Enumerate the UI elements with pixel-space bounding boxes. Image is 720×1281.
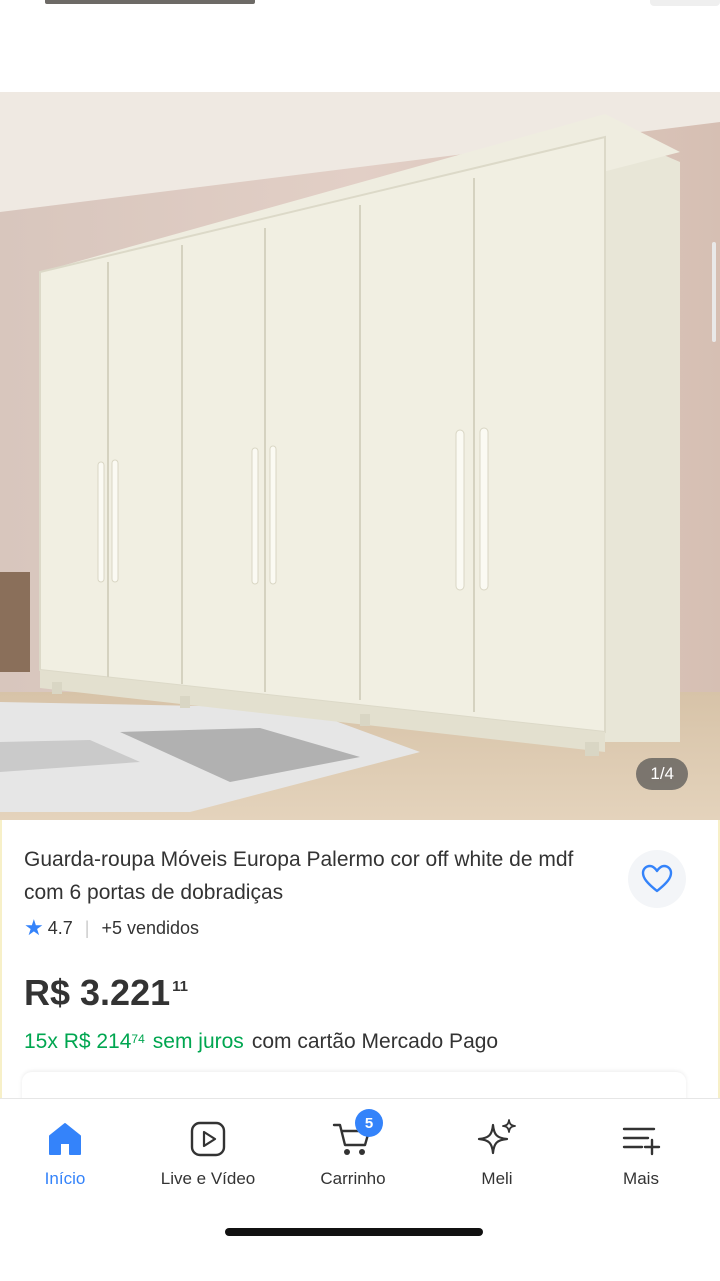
installments: 15x R$ 214 74 sem juros com cartão Merca… xyxy=(24,1030,498,1054)
heart-icon xyxy=(641,864,673,893)
nav-item-mais[interactable]: Mais xyxy=(586,1117,696,1189)
installments-amount: 15x R$ 214 xyxy=(24,1030,132,1053)
installments-free: sem juros xyxy=(152,1030,244,1053)
price: R$ 3.221 11 xyxy=(24,972,188,1014)
play-icon xyxy=(190,1121,226,1157)
image-counter: 1/4 xyxy=(636,758,688,790)
favorite-button[interactable] xyxy=(628,850,686,908)
previous-image-strip xyxy=(45,0,255,4)
cart-badge: 5 xyxy=(355,1109,383,1137)
wardrobe-photo xyxy=(0,92,720,820)
nav-label: Carrinho xyxy=(320,1169,386,1188)
product-image-carousel[interactable]: 1/4 xyxy=(0,92,720,820)
nav-label: Live e Vídeo xyxy=(160,1169,256,1188)
price-main: R$ 3.221 xyxy=(24,972,171,1013)
sold-count: +5 vendidos xyxy=(101,917,200,938)
menu-plus-icon xyxy=(622,1127,661,1156)
nav-item-meli[interactable]: Meli xyxy=(442,1117,552,1189)
nav-label: Mais xyxy=(623,1169,659,1188)
installments-cents: 74 xyxy=(131,1032,145,1046)
rating-value: 4.7 xyxy=(47,917,73,938)
nav-item-carrinho[interactable]: 5 Carrinho xyxy=(298,1109,408,1189)
rating-row[interactable]: ★ 4.7 | +5 vendidos xyxy=(24,914,199,942)
sparkle-icon xyxy=(477,1119,516,1155)
star-icon: ★ xyxy=(24,915,44,940)
price-cents: 11 xyxy=(172,978,188,995)
nav-label: Meli xyxy=(481,1169,513,1188)
nav-label: Início xyxy=(44,1169,86,1188)
image-scroll-indicator xyxy=(712,242,716,342)
bottom-nav: Início Live e Vídeo 5 Carrinho Meli Mais xyxy=(0,1098,720,1281)
top-right-pill xyxy=(650,0,720,6)
product-title: Guarda-roupa Móveis Europa Palermo cor o… xyxy=(24,848,574,904)
home-icon xyxy=(49,1123,81,1155)
installments-suffix: com cartão Mercado Pago xyxy=(251,1030,499,1053)
nav-item-inicio[interactable]: Início xyxy=(10,1117,120,1189)
top-area xyxy=(0,0,720,92)
divider: | xyxy=(84,917,90,938)
home-indicator xyxy=(225,1228,483,1236)
nav-item-live-video[interactable]: Live e Vídeo xyxy=(153,1117,263,1189)
